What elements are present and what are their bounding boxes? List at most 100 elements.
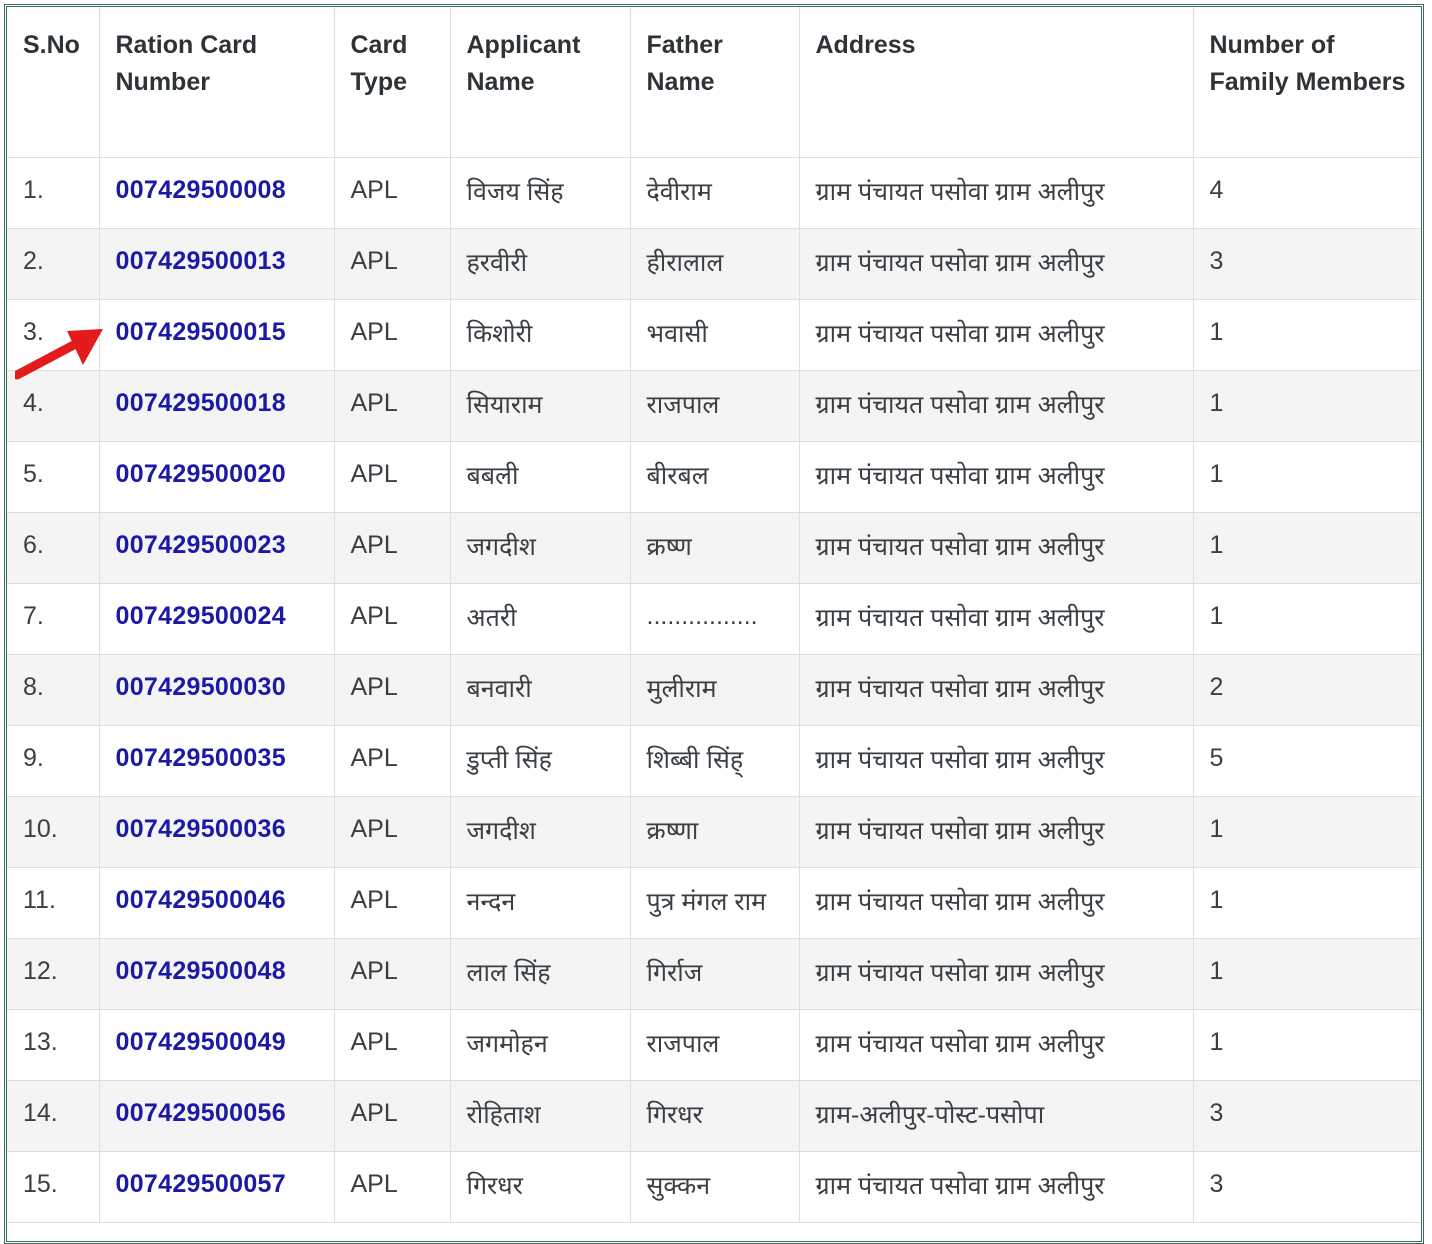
ration-card-link[interactable]: 007429500030: [98, 653, 335, 726]
header-father-name: Father Name: [629, 7, 800, 158]
table-row: 10. 007429500036 APL जगदीश क्रष्णा ग्राम पंचा…: [7, 795, 1421, 868]
ration-card-link[interactable]: 007429500008: [98, 156, 335, 229]
ration-card-number-link[interactable]: 007429500018: [116, 389, 286, 417]
header-address: Address: [798, 7, 1194, 158]
ration-card-number-link[interactable]: 007429500035: [116, 744, 286, 772]
cell-address: ग्राम पंचायत पसोवा ग्राम अलीपुर: [798, 1150, 1194, 1223]
cell-sno: 3.: [7, 298, 100, 371]
table-row: 2. 007429500013 APL हरवीरी हीरालाल ग्राम पंचा…: [7, 227, 1421, 300]
ration-card-number-link[interactable]: 007429500048: [116, 957, 286, 985]
ration-card-link[interactable]: 007429500024: [98, 582, 335, 655]
cell-applicant-name: लाल सिंह: [449, 937, 631, 1010]
ration-card-number-link[interactable]: 007429500057: [116, 1170, 286, 1198]
ration-card-link[interactable]: 007429500020: [98, 440, 335, 513]
cell-family-members: 1: [1192, 440, 1421, 513]
cell-address: ग्राम पंचायत पसोवा ग्राम अलीपुर: [798, 511, 1194, 584]
table-row: 9. 007429500035 APL डुप्ती सिंह शिब्बी सिंह्…: [7, 724, 1421, 797]
cell-applicant-name: नन्दन: [449, 866, 631, 939]
ration-card-link[interactable]: 007429500015: [98, 298, 335, 371]
cell-father-name: पुत्र मंगल राम: [629, 866, 800, 939]
cell-sno: 11.: [7, 866, 100, 939]
ration-card-link[interactable]: 007429500049: [98, 1008, 335, 1081]
cell-sno: 6.: [7, 511, 100, 584]
ration-card-number-link[interactable]: 007429500013: [116, 247, 286, 275]
ration-card-number-link[interactable]: 007429500049: [116, 1028, 286, 1056]
table-row: 11. 007429500046 APL नन्दन पुत्र मंगल राम ग्र…: [7, 866, 1421, 939]
ration-card-number-link[interactable]: 007429500036: [116, 815, 286, 843]
ration-card-number-link[interactable]: 007429500046: [116, 886, 286, 914]
cell-applicant-name: किशोरी: [449, 298, 631, 371]
cell-father-name: राजपाल: [629, 1008, 800, 1081]
table-row: 1. 007429500008 APL विजय सिंह देवीराम ग्राम प…: [7, 156, 1421, 229]
cell-sno: 2.: [7, 227, 100, 300]
cell-sno: 15.: [7, 1150, 100, 1223]
table-row: 4. 007429500018 APL सियाराम राजपाल ग्राम पंचा…: [7, 369, 1421, 442]
table-row: 8. 007429500030 APL बनवारी मुलीराम ग्राम पंचा…: [7, 653, 1421, 726]
ration-card-link[interactable]: 007429500018: [98, 369, 335, 442]
table-body: 1. 007429500008 APL विजय सिंह देवीराम ग्राम प…: [7, 156, 1421, 1223]
cell-family-members: 3: [1192, 1079, 1421, 1152]
cell-father-name: गिर्राज: [629, 937, 800, 1010]
cell-sno: 9.: [7, 724, 100, 797]
ration-card-link[interactable]: 007429500056: [98, 1079, 335, 1152]
ration-card-link[interactable]: 007429500046: [98, 866, 335, 939]
header-family-members: Number of Family Members: [1192, 7, 1421, 158]
cell-family-members: 1: [1192, 369, 1421, 442]
cell-address: ग्राम पंचायत पसोवा ग्राम अलीपुर: [798, 156, 1194, 229]
ration-card-number-link[interactable]: 007429500020: [116, 460, 286, 488]
ration-card-number-link[interactable]: 007429500023: [116, 531, 286, 559]
cell-sno: 12.: [7, 937, 100, 1010]
cell-applicant-name: रोहिताश: [449, 1079, 631, 1152]
cell-card-type: APL: [333, 298, 451, 371]
table-header: S.No Ration Card Number Card Type Applic…: [7, 7, 1421, 158]
header-row: S.No Ration Card Number Card Type Applic…: [7, 7, 1421, 158]
cell-family-members: 1: [1192, 1008, 1421, 1081]
table-row: 6. 007429500023 APL जगदीश क्रष्ण ग्राम पंचायत…: [7, 511, 1421, 584]
ration-card-number-link[interactable]: 007429500030: [116, 673, 286, 701]
ration-card-link[interactable]: 007429500035: [98, 724, 335, 797]
ration-card-number-link[interactable]: 007429500015: [116, 318, 286, 346]
cell-sno: 1.: [7, 156, 100, 229]
ration-card-number-link[interactable]: 007429500008: [116, 176, 286, 204]
cell-sno: 14.: [7, 1079, 100, 1152]
cell-address: ग्राम पंचायत पसोवा ग्राम अलीपुर: [798, 866, 1194, 939]
cell-family-members: 4: [1192, 156, 1421, 229]
cell-card-type: APL: [333, 866, 451, 939]
table-row: 5. 007429500020 APL बबली बीरबल ग्राम पंचायत प…: [7, 440, 1421, 513]
cell-card-type: APL: [333, 724, 451, 797]
cell-address: ग्राम पंचायत पसोवा ग्राम अलीपुर: [798, 440, 1194, 513]
cell-card-type: APL: [333, 511, 451, 584]
cell-father-name: हीरालाल: [629, 227, 800, 300]
cell-family-members: 1: [1192, 795, 1421, 868]
cell-father-name: ................: [629, 582, 800, 655]
cell-sno: 8.: [7, 653, 100, 726]
cell-address: ग्राम पंचायत पसोवा ग्राम अलीपुर: [798, 1008, 1194, 1081]
ration-card-link[interactable]: 007429500013: [98, 227, 335, 300]
cell-address: ग्राम पंचायत पसोवा ग्राम अलीपुर: [798, 582, 1194, 655]
table-row: 3. 007429500015 APL किशोरी भवासी ग्राम पंचायत…: [7, 298, 1421, 371]
cell-card-type: APL: [333, 1150, 451, 1223]
ration-card-link[interactable]: 007429500023: [98, 511, 335, 584]
cell-card-type: APL: [333, 440, 451, 513]
header-applicant-name: Applicant Name: [449, 7, 631, 158]
cell-sno: 5.: [7, 440, 100, 513]
ration-card-link[interactable]: 007429500048: [98, 937, 335, 1010]
cell-address: ग्राम पंचायत पसोवा ग्राम अलीपुर: [798, 653, 1194, 726]
cell-applicant-name: जगदीश: [449, 511, 631, 584]
cell-applicant-name: अतरी: [449, 582, 631, 655]
table-row: 14. 007429500056 APL रोहिताश गिरधर ग्राम-अलीप…: [7, 1079, 1421, 1152]
ration-card-table: S.No Ration Card Number Card Type Applic…: [7, 7, 1421, 1223]
ration-card-number-link[interactable]: 007429500056: [116, 1099, 286, 1127]
cell-father-name: शिब्बी सिंह्: [629, 724, 800, 797]
cell-father-name: राजपाल: [629, 369, 800, 442]
cell-card-type: APL: [333, 795, 451, 868]
ration-card-link[interactable]: 007429500057: [98, 1150, 335, 1223]
cell-applicant-name: गिरधर: [449, 1150, 631, 1223]
cell-family-members: 1: [1192, 298, 1421, 371]
cell-father-name: भवासी: [629, 298, 800, 371]
cell-card-type: APL: [333, 1079, 451, 1152]
cell-card-type: APL: [333, 369, 451, 442]
ration-card-number-link[interactable]: 007429500024: [116, 602, 286, 630]
cell-applicant-name: हरवीरी: [449, 227, 631, 300]
ration-card-link[interactable]: 007429500036: [98, 795, 335, 868]
